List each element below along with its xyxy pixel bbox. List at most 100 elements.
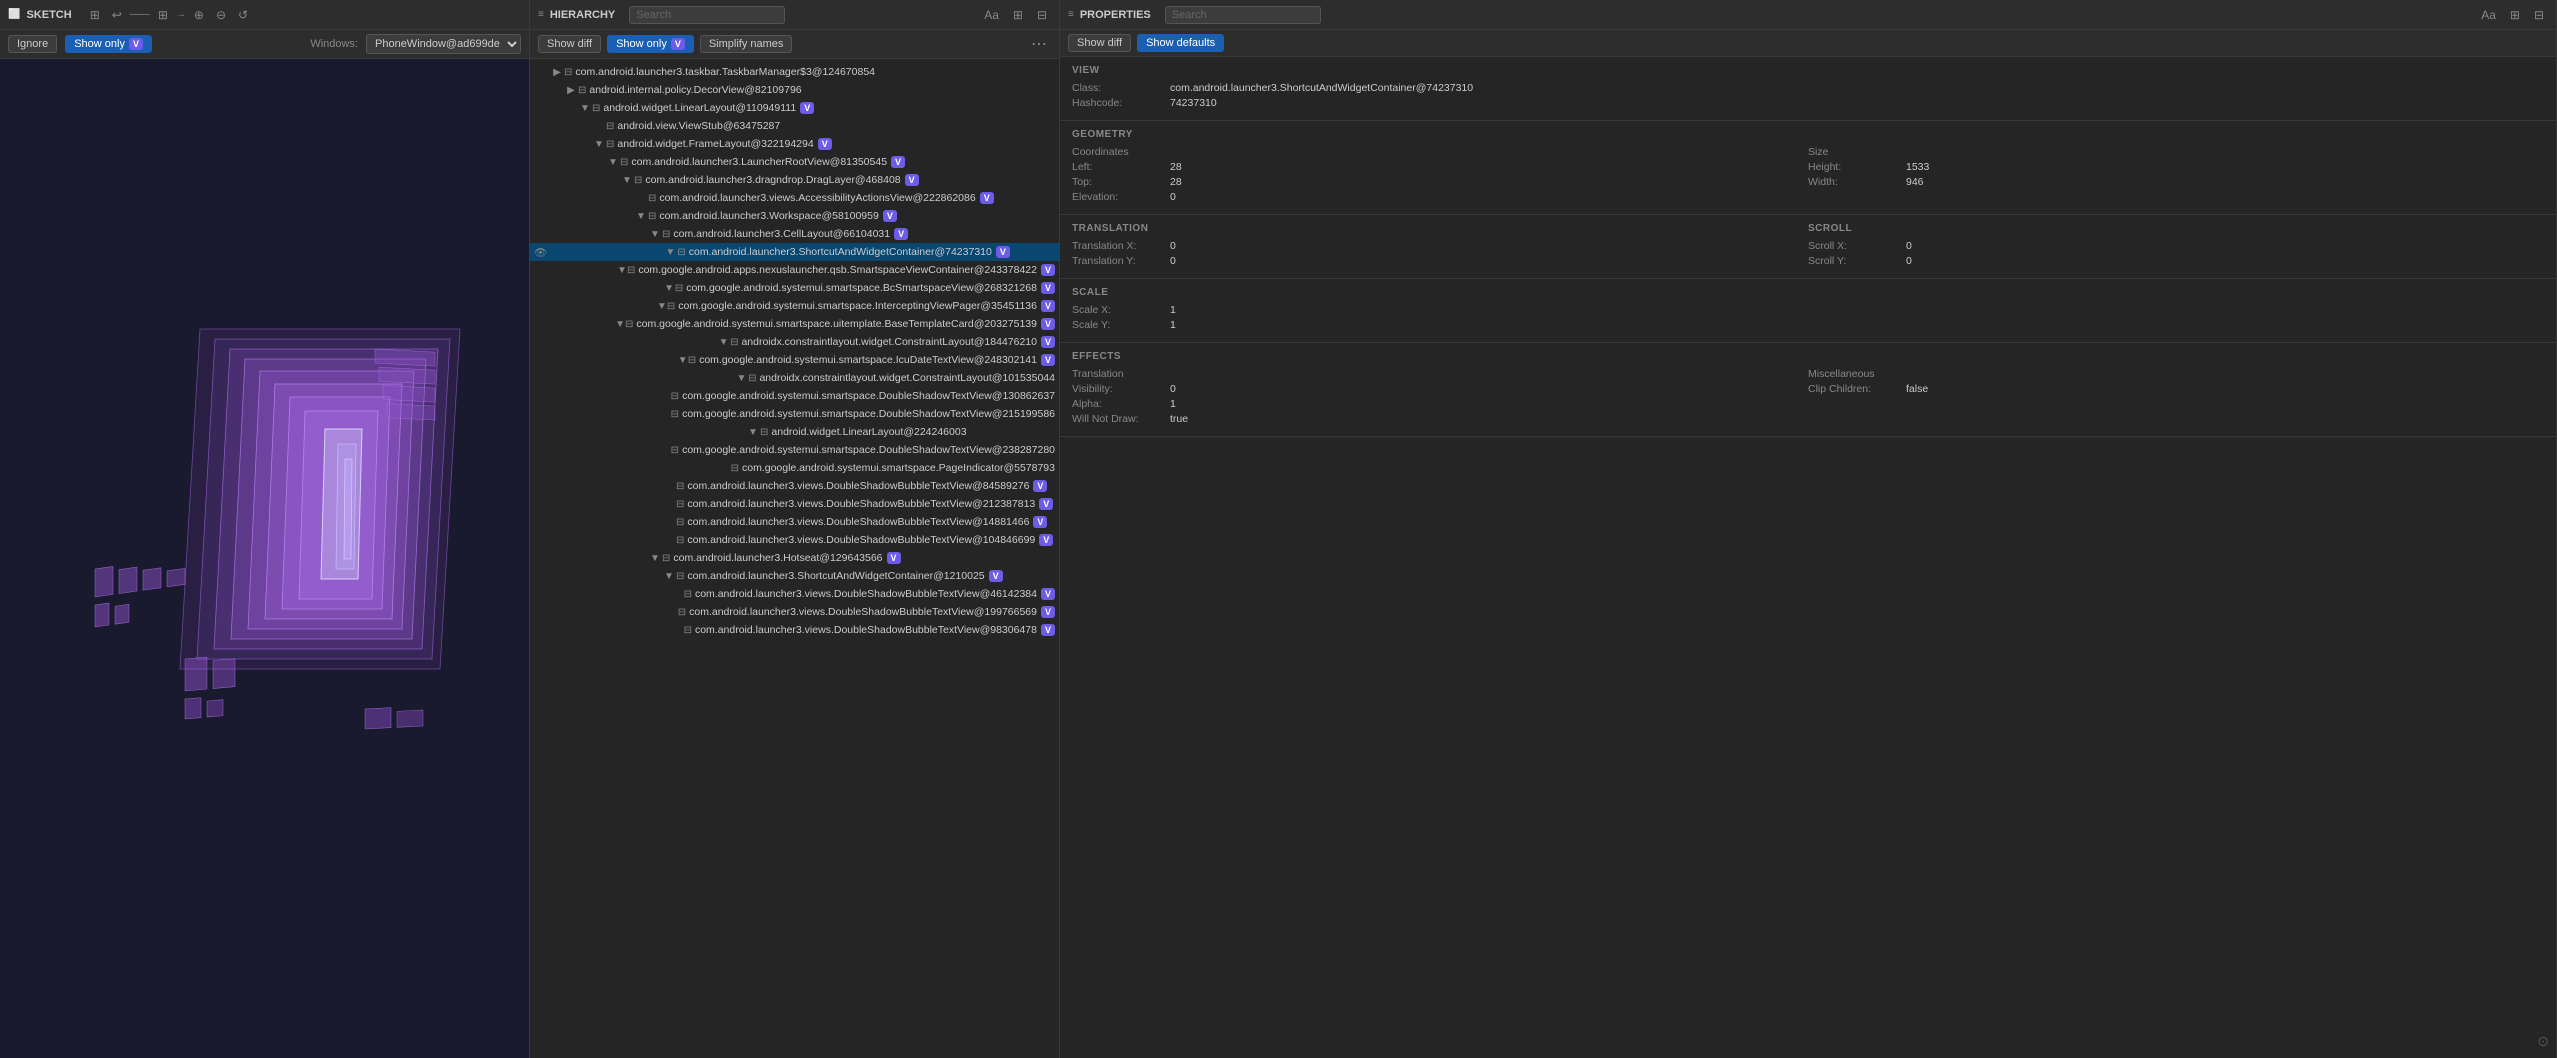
sx-label: Scale X:: [1072, 304, 1162, 316]
tree-item[interactable]: ▼⊟com.google.android.systemui.smartspace…: [530, 315, 1059, 333]
hierarchy-show-only-btn[interactable]: Show only V: [607, 35, 694, 53]
tree-item[interactable]: ▼⊟androidx.constraintlayout.widget.Const…: [530, 333, 1059, 351]
tree-item[interactable]: ▼⊟com.google.android.apps.nexuslauncher.…: [530, 261, 1059, 279]
tree-item[interactable]: ▼⊟com.android.launcher3.ShortcutAndWidge…: [530, 567, 1059, 585]
properties-search-input[interactable]: [1165, 6, 1321, 24]
properties-show-diff-btn[interactable]: Show diff: [1068, 34, 1131, 52]
tree-item[interactable]: ▼⊟com.google.android.systemui.smartspace…: [530, 279, 1059, 297]
tree-item[interactable]: ▼⊟com.android.launcher3.Workspace@581009…: [530, 207, 1059, 225]
tree-label: com.android.launcher3.views.DoubleShadow…: [687, 480, 1029, 492]
tree-item[interactable]: ⊟com.android.launcher3.views.DoubleShado…: [530, 603, 1059, 621]
sketch-toolbar: Ignore Show only V Windows: PhoneWindow@…: [0, 30, 529, 59]
properties-text-size-btn[interactable]: Aa: [2477, 6, 2500, 24]
v-badge: V: [818, 138, 832, 150]
ty-row: Translation Y: 0: [1072, 255, 1808, 267]
properties-show-defaults-btn[interactable]: Show defaults: [1137, 34, 1224, 52]
tree-item[interactable]: ▶⊟com.android.launcher3.taskbar.TaskbarM…: [530, 63, 1059, 81]
hierarchy-more-btn[interactable]: ⋯: [1027, 34, 1051, 54]
properties-settings-btn[interactable]: ⊟: [2530, 6, 2548, 24]
visibility-value: 0: [1170, 383, 1808, 395]
hierarchy-search-input[interactable]: [629, 6, 785, 24]
tree-arrow: ▼: [746, 427, 760, 438]
sx-row: Scale X: 1: [1072, 304, 2544, 316]
tree-item[interactable]: ▼⊟com.google.android.systemui.smartspace…: [530, 297, 1059, 315]
scroll-x-row: Scroll X: 0: [1808, 240, 2544, 252]
hierarchy-show-diff-btn[interactable]: Show diff: [538, 35, 601, 53]
misc-label: Miscellaneous: [1808, 368, 2544, 380]
geometry-section: Geometry Coordinates Left: 28 Top: 28 El…: [1060, 121, 2556, 215]
tree-item[interactable]: ▼⊟android.widget.FrameLayout@322194294V: [530, 135, 1059, 153]
scroll-y-value: 0: [1906, 255, 2544, 267]
zoom-in-btn[interactable]: ⊕: [190, 6, 208, 24]
hierarchy-simplify-btn[interactable]: Simplify names: [700, 35, 793, 53]
tree-item[interactable]: ⊟com.google.android.systemui.smartspace.…: [530, 405, 1059, 423]
tree-item[interactable]: ▼⊟com.android.launcher3.Hotseat@12964356…: [530, 549, 1059, 567]
tree-icon: ⊟: [675, 283, 683, 294]
elevation-label: Elevation:: [1072, 191, 1162, 203]
tree-item[interactable]: ▼⊟android.widget.LinearLayout@110949111V: [530, 99, 1059, 117]
tree-item[interactable]: ⊟com.android.launcher3.views.DoubleShado…: [530, 477, 1059, 495]
size-group: Size Height: 1533 Width: 946: [1808, 146, 2544, 206]
width-value: 946: [1906, 176, 2544, 188]
windows-select[interactable]: PhoneWindow@ad699de: [366, 34, 521, 54]
tree-item[interactable]: ▼⊟com.android.launcher3.CellLayout@66104…: [530, 225, 1059, 243]
tree-item[interactable]: ⊟com.google.android.systemui.smartspace.…: [530, 387, 1059, 405]
tree-item[interactable]: ⊟com.android.launcher3.views.DoubleShado…: [530, 513, 1059, 531]
tree-item[interactable]: ▼⊟com.google.android.systemui.smartspace…: [530, 351, 1059, 369]
tree-icon: ⊟: [667, 301, 675, 312]
elevation-row: Elevation: 0: [1072, 191, 1808, 203]
tree-item[interactable]: ▼⊟androidx.constraintlayout.widget.Const…: [530, 369, 1059, 387]
sketch-panel-icon: ⬜: [8, 9, 20, 20]
scroll-x-value: 0: [1906, 240, 2544, 252]
hierarchy-panel-title: HIERARCHY: [550, 9, 615, 21]
tree-icon: ⊟: [676, 499, 684, 510]
tree-item[interactable]: ⊟com.android.launcher3.views.DoubleShado…: [530, 495, 1059, 513]
v-badge: V: [989, 570, 1003, 582]
nav-icon-3[interactable]: ⊞: [154, 6, 172, 24]
tree-item[interactable]: ⊟com.android.launcher3.views.DoubleShado…: [530, 621, 1059, 639]
left-row: Left: 28: [1072, 161, 1808, 173]
tree-item[interactable]: ⊟com.android.launcher3.views.DoubleShado…: [530, 531, 1059, 549]
tree-item[interactable]: ⊟com.android.launcher3.views.Accessibili…: [530, 189, 1059, 207]
tree-icon: ⊟: [676, 481, 684, 492]
hierarchy-filter-btn[interactable]: ⊞: [1009, 6, 1027, 24]
hierarchy-text-size-btn[interactable]: Aa: [980, 6, 1003, 24]
effects-section-title: Effects: [1072, 351, 2544, 362]
tree-icon: ⊟: [625, 319, 633, 330]
properties-panel-title: PROPERTIES: [1080, 9, 1151, 21]
zoom-out-btn[interactable]: ⊖: [212, 6, 230, 24]
nav-icon-2[interactable]: ↩: [108, 6, 126, 24]
v-badge: V: [1041, 282, 1055, 294]
hierarchy-tree: ▶⊟com.android.launcher3.taskbar.TaskbarM…: [530, 59, 1059, 1058]
tree-item[interactable]: ▼⊟com.android.launcher3.LauncherRootView…: [530, 153, 1059, 171]
ignore-button[interactable]: Ignore: [8, 35, 57, 53]
properties-filter-btn[interactable]: ⊞: [2506, 6, 2524, 24]
misc-group: Miscellaneous Clip Children: false: [1808, 368, 2544, 428]
translation-group: Translation Translation X: 0 Translation…: [1072, 223, 1808, 270]
tree-label: android.widget.LinearLayout@224246003: [771, 426, 966, 438]
tree-item[interactable]: 👁▼⊟com.android.launcher3.ShortcutAndWidg…: [530, 243, 1059, 261]
sy-value: 1: [1170, 319, 2544, 331]
height-row: Height: 1533: [1808, 161, 2544, 173]
width-row: Width: 946: [1808, 176, 2544, 188]
tree-icon: ⊟: [676, 535, 684, 546]
tree-icon: ⊟: [684, 625, 692, 636]
nav-icon-1[interactable]: ⊞: [86, 6, 104, 24]
tree-item[interactable]: ⊟com.android.launcher3.views.DoubleShado…: [530, 585, 1059, 603]
tree-item[interactable]: ▼⊟android.widget.LinearLayout@224246003: [530, 423, 1059, 441]
show-only-button[interactable]: Show only V: [65, 35, 152, 53]
hierarchy-settings-btn[interactable]: ⊟: [1033, 6, 1051, 24]
tree-item[interactable]: ▶⊟android.internal.policy.DecorView@8210…: [530, 81, 1059, 99]
tree-item[interactable]: ⊟com.google.android.systemui.smartspace.…: [530, 441, 1059, 459]
tree-label: com.android.launcher3.dragndrop.DragLaye…: [645, 174, 900, 186]
tree-item[interactable]: ⊟android.view.ViewStub@63475287: [530, 117, 1059, 135]
tree-arrow: ▼: [662, 571, 676, 582]
tree-icon: ⊟: [748, 373, 756, 384]
refresh-btn[interactable]: ↺: [234, 6, 252, 24]
tree-item[interactable]: ⊟com.google.android.systemui.smartspace.…: [530, 459, 1059, 477]
properties-content: View Class: com.android.launcher3.Shortc…: [1060, 57, 2556, 1058]
v-badge: V: [894, 228, 908, 240]
v-badge: V: [1041, 300, 1055, 312]
left-label: Left:: [1072, 161, 1162, 173]
tree-item[interactable]: ▼⊟com.android.launcher3.dragndrop.DragLa…: [530, 171, 1059, 189]
